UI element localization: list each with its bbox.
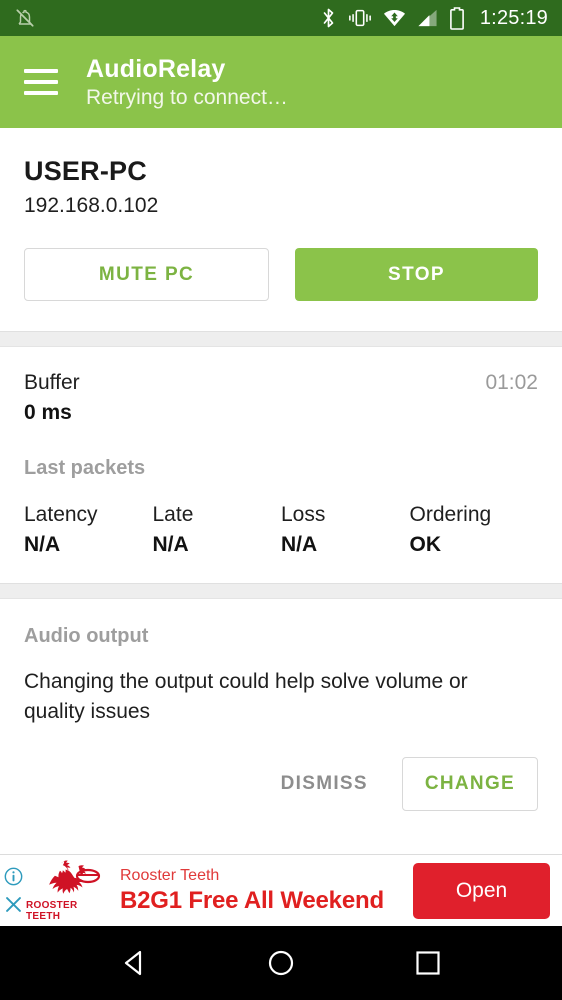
packet-value: N/A xyxy=(152,533,189,556)
server-name: USER-PC xyxy=(24,156,147,186)
ad-headline: B2G1 Free All Weekend xyxy=(120,887,384,914)
packet-value: N/A xyxy=(281,533,318,556)
app-bar: AudioRelay Retrying to connect… xyxy=(0,36,562,128)
packet-label: Latency xyxy=(24,503,98,526)
status-bar-clock: 1:25:19 xyxy=(479,6,548,29)
packet-stat-ordering: Ordering OK xyxy=(410,501,539,559)
status-bar: 53 1:25:19 xyxy=(0,0,562,36)
rooster-teeth-rooster-icon xyxy=(49,860,101,894)
ad-banner[interactable]: ROOSTER TEETH Rooster Teeth B2G1 Free Al… xyxy=(0,854,562,926)
packet-label: Loss xyxy=(281,503,326,526)
server-section: USER-PC 192.168.0.102 MUTE PC STOP xyxy=(0,128,562,331)
android-navigation-bar xyxy=(0,926,562,1000)
last-packets-caption: Last packets xyxy=(24,457,146,479)
vibrate-icon xyxy=(348,9,371,27)
buffer-value: 0 ms xyxy=(24,401,72,424)
stop-button[interactable]: STOP xyxy=(295,248,538,301)
session-timer: 01:02 xyxy=(485,371,538,394)
ad-close-icon[interactable] xyxy=(4,895,23,914)
ad-badges xyxy=(0,867,26,914)
main-content: USER-PC 192.168.0.102 MUTE PC STOP Buffe… xyxy=(0,128,562,854)
status-bar-right-icons: 53 1:25:19 xyxy=(320,7,548,30)
change-button[interactable]: CHANGE xyxy=(401,757,538,811)
ad-info-icon[interactable] xyxy=(4,867,23,886)
audio-output-section: Audio output Changing the output could h… xyxy=(0,599,562,837)
home-nav-icon[interactable] xyxy=(251,933,311,993)
battery-level-text: 53 xyxy=(452,15,461,23)
section-divider-1 xyxy=(0,331,562,347)
hamburger-menu-icon[interactable] xyxy=(24,69,58,95)
back-nav-icon[interactable] xyxy=(104,933,164,993)
buffer-row: Buffer 01:02 xyxy=(24,369,538,396)
app-bar-titles: AudioRelay Retrying to connect… xyxy=(86,54,288,111)
packet-stat-loss: Loss N/A xyxy=(281,501,410,559)
mute-pc-button[interactable]: MUTE PC xyxy=(24,248,269,301)
battery-icon: 53 xyxy=(449,6,465,30)
packet-value: N/A xyxy=(24,533,61,556)
buffer-label: Buffer xyxy=(24,371,80,394)
packet-value: OK xyxy=(409,533,442,556)
packets-grid: Latency N/A Late N/A Loss N/A Ordering O… xyxy=(24,501,538,559)
cellular-signal-icon xyxy=(418,9,437,27)
muted-notification-icon xyxy=(16,9,34,27)
section-divider-2 xyxy=(0,583,562,599)
server-actions: MUTE PC STOP xyxy=(24,248,538,331)
audio-output-actions: DISMISS CHANGE xyxy=(24,757,538,829)
recents-nav-icon[interactable] xyxy=(398,933,458,993)
server-ip-address: 192.168.0.102 xyxy=(24,194,159,217)
wifi-icon xyxy=(383,9,405,27)
packet-label: Late xyxy=(152,503,194,526)
bluetooth-icon xyxy=(323,8,334,28)
audio-output-caption: Audio output xyxy=(24,625,149,647)
status-bar-left-icons xyxy=(14,7,320,29)
dismiss-button[interactable]: DISMISS xyxy=(275,763,374,805)
connection-status-text: Retrying to connect… xyxy=(86,85,288,109)
packet-stat-latency: Latency N/A xyxy=(24,501,153,559)
audio-output-description: Changing the output could help solve vol… xyxy=(24,670,468,723)
packet-label: Ordering xyxy=(409,503,492,526)
stats-section: Buffer 01:02 0 ms Last packets Latency N… xyxy=(0,347,562,583)
phone-screen: 53 1:25:19 AudioRelay Retrying to connec… xyxy=(0,0,562,1000)
packet-stat-late: Late N/A xyxy=(153,501,282,559)
ad-copy: Rooster Teeth B2G1 Free All Weekend xyxy=(112,866,413,915)
advertiser-logo-text: ROOSTER TEETH xyxy=(26,900,78,922)
app-title: AudioRelay xyxy=(86,54,226,83)
ad-open-button[interactable]: Open xyxy=(413,862,550,919)
advertiser-logo: ROOSTER TEETH xyxy=(26,859,112,922)
ad-brand: Rooster Teeth xyxy=(120,867,220,884)
